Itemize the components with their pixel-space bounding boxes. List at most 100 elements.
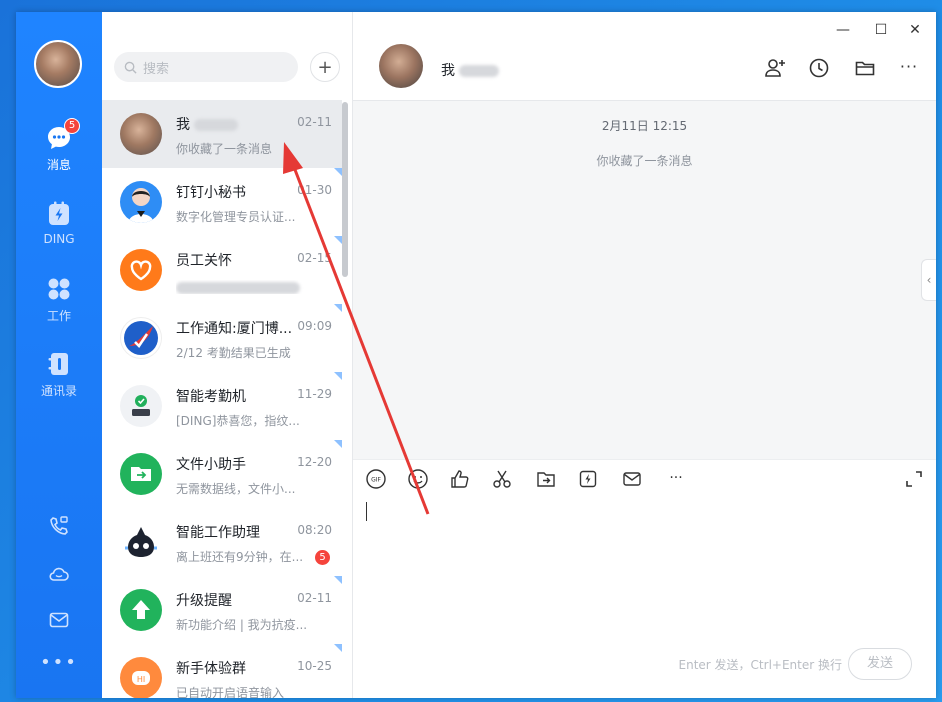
pin-corner	[334, 236, 342, 244]
folder-icon[interactable]	[853, 56, 877, 80]
mail-icon[interactable]	[621, 468, 643, 490]
list-scrollbar[interactable]	[342, 102, 348, 277]
conversation-name: 工作通知:厦门博...	[176, 321, 293, 337]
conversation-time: 02-15	[297, 251, 332, 265]
upgrade-arrow-icon	[132, 600, 150, 619]
expand-icon[interactable]	[903, 468, 925, 490]
conversation-item[interactable]: 文件小助手 12-20 无需数据线，文件小...	[102, 440, 342, 508]
nav-work[interactable]: 工作	[16, 275, 102, 324]
avatar	[120, 249, 162, 291]
nav-contacts-label: 通讯录	[40, 384, 77, 398]
call-button[interactable]	[16, 514, 102, 542]
conversation-preview: 已自动开启语音输入	[176, 686, 285, 698]
scissors-icon[interactable]	[491, 468, 513, 490]
system-message: 你收藏了一条消息	[596, 154, 693, 168]
more-dots-icon[interactable]: •••	[16, 652, 102, 673]
send-button[interactable]: 发送	[848, 648, 912, 680]
text-cursor	[366, 502, 367, 521]
close-icon[interactable]: ✕	[905, 20, 925, 40]
message-area: 2月11日 12:15 你收藏了一条消息 ‹	[353, 101, 936, 459]
svg-text:GIF: GIF	[371, 477, 381, 484]
conversation-preview: 新功能介绍 | 我为抗疫...	[176, 618, 308, 632]
conversation-item[interactable]: 升级提醒 02-11 新功能介绍 | 我为抗疫...	[102, 576, 342, 644]
conversation-time: 11-29	[297, 387, 332, 401]
avatar	[120, 521, 162, 563]
search-placeholder: 搜索	[143, 61, 170, 77]
nav-messages-label: 消息	[46, 158, 71, 172]
conversation-preview: 你收藏了一条消息	[176, 142, 273, 156]
conversation-item[interactable]: HI 新手体验群 10-25 已自动开启语音输入	[102, 644, 342, 698]
unread-badge: 5	[315, 550, 330, 565]
conversation-preview: [DING]恭喜您，指纹...	[176, 414, 300, 428]
conversation-preview: 离上班还有9分钟，在...	[176, 550, 304, 564]
conversation-preview: 数字化管理专员认证...	[176, 210, 296, 224]
ding-icon	[49, 201, 69, 225]
conversation-time: 10-25	[297, 659, 332, 673]
conversation-item[interactable]: 钉钉小秘书 01-30 数字化管理专员认证...	[102, 168, 342, 236]
nav-work-label: 工作	[46, 309, 71, 323]
heart-icon	[130, 260, 152, 281]
grid-apps-icon	[48, 278, 70, 300]
conversation-time: 01-30	[297, 183, 332, 197]
pin-corner	[334, 440, 342, 448]
avatar	[120, 453, 162, 495]
mail-icon	[49, 612, 69, 628]
conversation-name: 钉钉小秘书	[176, 185, 246, 201]
search-icon	[124, 61, 137, 74]
conversation-item[interactable]: 智能工作助理 08:20 离上班还有9分钟，在... 5	[102, 508, 342, 576]
folder-send-icon[interactable]	[535, 468, 557, 490]
chat-title: 我	[441, 60, 500, 80]
my-avatar[interactable]	[34, 40, 82, 88]
chat-pane: 我 ··· — ☐ ✕ 2月11日 12:15 你收藏了一条消息 ‹ GIF ·…	[353, 12, 936, 698]
pin-corner	[334, 304, 342, 312]
conversation-name: 智能工作助理	[176, 525, 260, 541]
cloud-icon	[49, 567, 69, 581]
chevron-left-icon: ‹	[926, 273, 932, 287]
clock-icon[interactable]	[807, 56, 831, 80]
conversation-time: 12-20	[297, 455, 332, 469]
minimize-icon[interactable]: —	[833, 20, 853, 40]
maximize-icon[interactable]: ☐	[871, 20, 891, 40]
chat-avatar[interactable]	[379, 44, 423, 88]
plus-icon: +	[317, 56, 333, 78]
message-composer[interactable]: GIF ··· Enter 发送，Ctrl+Enter 换行 发送	[353, 459, 936, 698]
ding-small-icon[interactable]	[577, 468, 599, 490]
conversation-item[interactable]: 员工关怀 02-15	[102, 236, 342, 304]
conversation-preview: 无需数据线，文件小...	[176, 482, 296, 496]
nav-messages[interactable]: 消息 5	[16, 118, 102, 173]
pin-corner	[334, 576, 342, 584]
more-dots-icon[interactable]: ···	[897, 56, 921, 80]
avatar	[120, 181, 162, 223]
conversation-name: 文件小助手	[176, 457, 246, 473]
nav-contacts[interactable]: 通讯录	[16, 350, 102, 399]
thumbs-up-icon[interactable]	[449, 468, 471, 490]
conversation-time: 02-11	[297, 115, 332, 129]
conversation-item[interactable]: 我 02-11 你收藏了一条消息	[102, 100, 342, 168]
nav-ding[interactable]: DING	[16, 200, 102, 246]
avatar	[120, 385, 162, 427]
emoji-icon[interactable]	[407, 468, 429, 490]
pin-corner	[334, 644, 342, 652]
add-person-icon[interactable]	[763, 56, 787, 80]
conversation-name: 我	[176, 114, 239, 134]
gif-icon[interactable]: GIF	[365, 468, 387, 490]
pin-corner	[334, 168, 342, 176]
svg-text:HI: HI	[137, 675, 145, 684]
conversation-preview: 2/12 考勤结果已生成	[176, 346, 291, 360]
conversation-name: 智能考勤机	[176, 389, 246, 405]
more-dots-icon[interactable]: ···	[665, 468, 687, 490]
conversation-item[interactable]: 工作通知:厦门博... 09:09 2/12 考勤结果已生成	[102, 304, 342, 372]
conversation-item[interactable]: 智能考勤机 11-29 [DING]恭喜您，指纹...	[102, 372, 342, 440]
conversation-preview	[176, 280, 316, 294]
add-button[interactable]: +	[310, 52, 340, 82]
conversation-name: 员工关怀	[176, 253, 232, 269]
mail-button[interactable]	[16, 608, 102, 636]
conversation-list-pane: 搜索 + 我 02-11 你收藏了一条消息 钉钉小秘书 01-30 数字化管理专…	[102, 12, 353, 698]
avatar	[120, 113, 162, 155]
conversation-time: 09:09	[297, 319, 332, 333]
search-input[interactable]: 搜索	[114, 52, 298, 82]
avatar: HI	[120, 657, 162, 698]
panel-toggle[interactable]: ‹	[921, 259, 936, 301]
cloud-button[interactable]	[16, 562, 102, 590]
phone-video-icon	[50, 516, 68, 535]
